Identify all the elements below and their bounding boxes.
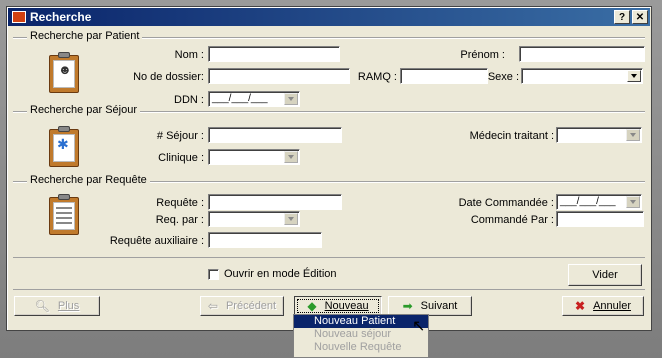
magnifier-icon: 🔍︎ [34,299,50,313]
mouse-cursor-icon: ↖ [412,318,426,335]
annuler-label: Annuler [593,300,631,312]
arrow-right-icon: ➡ [402,299,413,313]
patient-clipboard-icon: ☻ [49,51,79,93]
chevron-down-icon[interactable] [626,196,640,208]
nouveau-label: Nouveau [324,300,369,312]
prenom-field[interactable] [519,46,645,62]
nouveau-button[interactable]: ◆ Nouveau [294,296,382,316]
chevron-down-icon[interactable] [284,151,298,163]
menu-item-nouvelle-requete[interactable]: Nouvelle Requête [294,341,428,354]
sejour-num-field[interactable] [208,127,342,143]
requete-label: Requête : [156,197,204,209]
plus-button[interactable]: 🔍︎ Plus [14,296,100,316]
ramq-label: RAMQ : [357,71,397,83]
sexe-label: Sexe : [487,71,519,83]
chevron-down-icon[interactable] [284,93,298,105]
req-par-label: Req. par : [155,214,204,226]
edit-mode-checkbox[interactable] [208,269,219,280]
vider-label: Vider [592,269,618,281]
commande-par-label: Commandé Par : [470,214,554,226]
requete-group-label: Recherche par Requête [27,174,150,186]
bottom-separator [13,289,645,290]
ddn-label: DDN : [174,94,204,106]
precedent-label: Précédent [225,300,277,312]
precedent-button[interactable]: ⇦ Précédent [200,296,284,316]
vider-button[interactable]: Vider [568,264,642,286]
edit-mode-label: Ouvrir en mode Édition [224,268,337,280]
search-dialog: Recherche ? ✕ Recherche par Patient ☻ No… [6,6,652,331]
sejour-group-label: Recherche par Séjour [27,104,141,116]
prenom-label: Prénom : [460,49,505,61]
green-diamond-icon: ◆ [307,299,317,313]
dossier-field[interactable] [208,68,350,84]
commande-par-field[interactable] [556,211,644,227]
clinique-label: Clinique : [158,152,204,164]
title-bar: Recherche ? ✕ [8,8,650,26]
help-button[interactable]: ? [614,10,630,24]
close-button[interactable]: ✕ [632,10,648,24]
red-x-icon: ✖ [575,299,586,313]
ramq-field[interactable] [400,68,488,84]
menu-item-nouveau-patient[interactable]: Nouveau Patient [294,315,428,328]
folder-icon [12,11,26,23]
medecin-select[interactable] [556,127,642,143]
medical-clipboard-icon: ✱ [49,125,79,167]
req-par-select[interactable] [208,211,300,227]
dossier-label: No de dossier: [133,71,204,83]
requete-aux-label: Requête auxiliaire : [109,235,204,247]
ddn-value: ___/___/___ [212,93,268,104]
arrow-left-icon: ⇦ [207,299,218,313]
chevron-down-icon[interactable] [284,213,298,225]
nom-label: Nom : [174,49,204,61]
window-title: Recherche [30,10,92,24]
separator [13,257,645,258]
clinique-select[interactable] [208,149,300,165]
requete-field[interactable] [208,194,342,210]
chevron-down-icon[interactable] [627,70,641,82]
sejour-num-label: # Séjour : [156,130,204,142]
plus-label: Plus [57,300,80,312]
menu-item-nouveau-sejour[interactable]: Nouveau séjour [294,328,428,341]
document-clipboard-icon [49,193,79,235]
nouveau-menu: Nouveau Patient Nouveau séjour Nouvelle … [293,314,429,358]
chevron-down-icon[interactable] [626,129,640,141]
date-commandee-label: Date Commandée : [458,197,554,209]
suivant-label: Suivant [420,300,458,312]
medecin-label: Médecin traitant : [469,130,554,142]
date-commandee-value: ___/___/___ [560,196,616,207]
requete-aux-field[interactable] [208,232,322,248]
annuler-button[interactable]: ✖ Annuler [562,296,644,316]
nom-field[interactable] [208,46,340,62]
sexe-select[interactable] [521,68,643,84]
ddn-date-picker[interactable]: ___/___/___ [208,91,300,107]
patient-group-label: Recherche par Patient [27,30,143,42]
suivant-button[interactable]: ➡ Suivant [388,296,472,316]
date-commandee-picker[interactable]: ___/___/___ [556,194,642,210]
